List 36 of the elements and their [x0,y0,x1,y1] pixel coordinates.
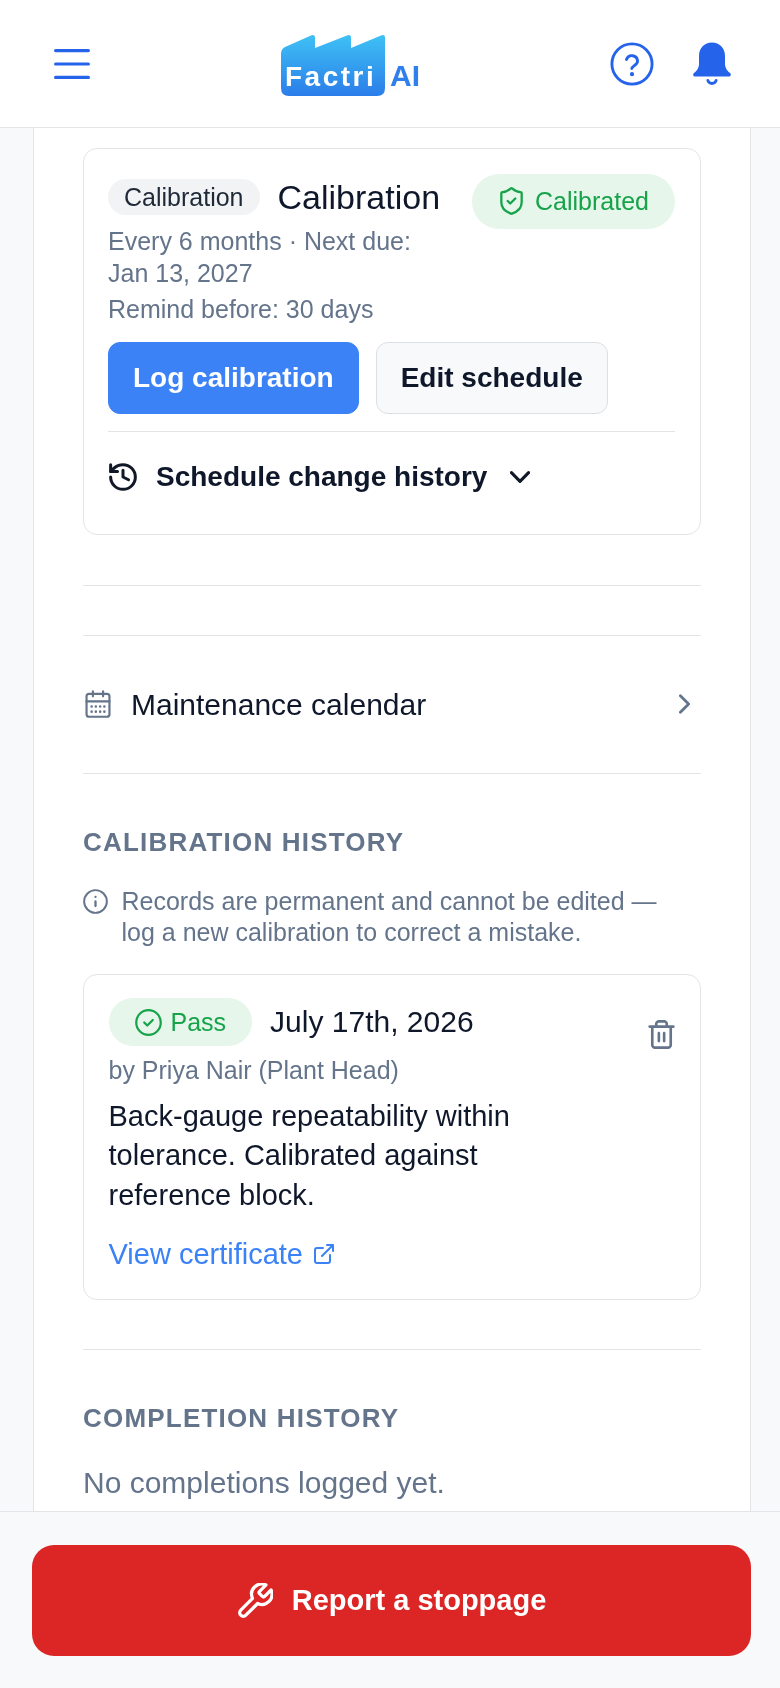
logo-badge: Factri [281,33,385,96]
empty-message: No completions logged yet. [83,1464,446,1501]
wrench-icon [236,1582,273,1619]
calendar-link[interactable]: Maintenance calendar [83,635,701,773]
chevron-right-icon [679,694,690,714]
record-date: July 17th, 2026 [270,1004,474,1040]
trash-icon [647,1020,675,1049]
calendar-icon [84,690,112,718]
menu-button[interactable] [54,48,90,79]
history-icon [109,462,137,491]
schedule-info: Every 6 months · Next due: Jan 13, 2027 [108,226,412,289]
menu-icon [54,48,90,79]
bell-icon [692,41,732,86]
category-tag: Calibration [108,179,260,215]
edit-schedule-button[interactable]: Edit schedule [375,342,608,414]
record-notes: Back-gauge repeatability within tolerance. Calibrated against reference block. [108,1098,511,1213]
history-toggle[interactable]: Schedule change history [108,432,531,534]
section-heading: CALIBRATION HISTORY [83,825,406,858]
notifications-button[interactable] [692,41,732,86]
result-text: Pass [170,1008,227,1036]
check-circle-icon [134,1008,162,1036]
external-link-icon [314,1244,334,1264]
section-heading: COMPLETION HISTORY [83,1402,401,1434]
info-icon [83,889,108,914]
log-calibration-button[interactable]: Log calibration [108,342,359,414]
status-text: Calibrated [535,186,649,216]
help-icon [610,41,654,86]
schedule-info: Remind before: 30 days [108,294,375,325]
shield-check-icon [500,187,524,215]
certificate-link[interactable]: View certificate [108,1236,334,1272]
help-button[interactable] [610,41,654,86]
info-note: Records are permanent and cannot be edited — log a new calibration to correct a mistake. [121,886,658,948]
record-author: by Priya Nair (Plant Head) [108,1055,400,1085]
logo-text: AI [389,60,420,94]
report-stoppage-button[interactable]: Report a stoppage [32,1545,751,1656]
schedule-title: Calibration [277,179,441,215]
